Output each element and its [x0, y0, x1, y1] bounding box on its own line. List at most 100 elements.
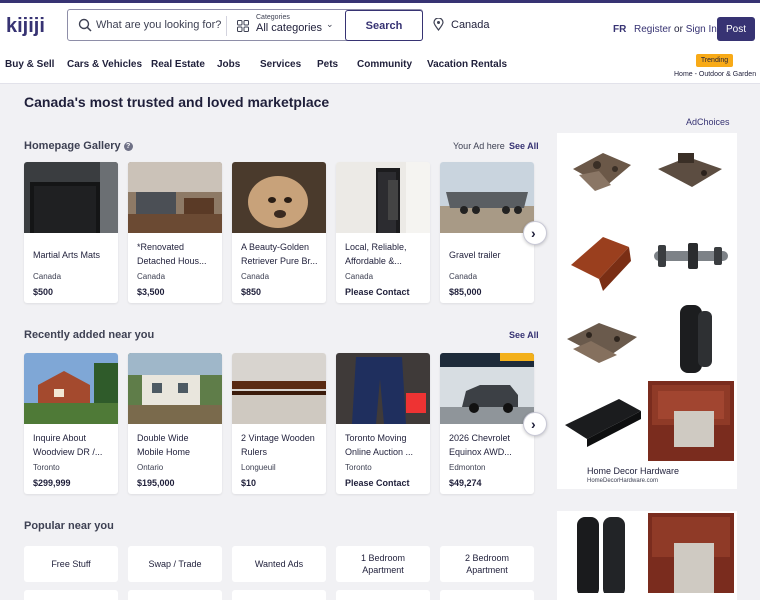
card-title: Local, Reliable, Affordable &...: [345, 242, 407, 266]
sign-in-link[interactable]: Sign In: [686, 24, 717, 35]
card-price: $299,999: [33, 478, 71, 488]
recent-card[interactable]: Toronto Moving Online Auction ... Toront…: [336, 353, 430, 494]
popular-chip[interactable]: 2 Bedroom Apartment: [440, 546, 534, 582]
popular-section-title: Popular near you: [24, 520, 114, 532]
recent-card[interactable]: Inquire About Woodview DR /... Toronto $…: [24, 353, 118, 494]
grid-icon: [237, 20, 249, 32]
handyman-photo: [336, 162, 430, 233]
card-price: $10: [241, 478, 257, 488]
cabinet-image: [648, 381, 734, 461]
card-price: $85,000: [449, 287, 482, 297]
card-title: Toronto Moving Online Auction ...: [345, 433, 414, 457]
location-pin-icon[interactable]: [433, 18, 444, 31]
recent-see-all-link[interactable]: See All: [509, 330, 539, 340]
recent-card[interactable]: 2 Vintage Wooden Rulers Longueuil $10: [232, 353, 326, 494]
popular-chip-row-2[interactable]: [336, 590, 430, 600]
category-label: Categories: [256, 14, 290, 21]
register-link[interactable]: Register: [634, 24, 671, 35]
kijiji-logo[interactable]: kijiji: [6, 14, 52, 38]
popular-chip[interactable]: 1 Bedroom Apartment: [336, 546, 430, 582]
post-ad-button[interactable]: Post: [717, 17, 755, 41]
category-select[interactable]: Categories All categories: [256, 14, 322, 35]
popular-chip-row-2[interactable]: [128, 590, 222, 600]
popular-chip-row-2[interactable]: [440, 590, 534, 600]
advertiser-url[interactable]: HomeDecorHardware.com: [587, 478, 658, 484]
gallery-next-button[interactable]: ›: [523, 221, 547, 245]
search-divider: [226, 16, 227, 36]
chevron-right-icon: ›: [531, 225, 536, 241]
location-text[interactable]: Canada: [451, 19, 490, 31]
card-location: Canada: [345, 272, 374, 281]
chevron-down-icon[interactable]: ⌄: [326, 19, 334, 30]
card-price: $850: [241, 287, 262, 297]
nav-item-services[interactable]: Services: [260, 59, 301, 70]
card-price: $49,274: [449, 478, 482, 488]
drawer-slide-image: [559, 381, 645, 461]
hinge-product-image: [559, 135, 645, 215]
display-ad[interactable]: H Home Decor Hardware HomeDecorHardware.…: [557, 133, 737, 489]
wooden-rulers-photo: [232, 353, 326, 424]
card-price: Please Contact: [345, 478, 410, 488]
page-title: Canada's most trusted and loved marketpl…: [24, 94, 330, 110]
cabinet-image: [648, 513, 734, 593]
nav-item-vacation-rentals[interactable]: Vacation Rentals: [427, 59, 507, 70]
concealed-hinge-image: [559, 513, 645, 593]
card-title: Inquire About Woodview DR /...: [33, 433, 103, 457]
recent-card[interactable]: Double Wide Mobile Home Ontario $195,000: [128, 353, 222, 494]
bracket-product-image: [559, 217, 645, 297]
popular-chip-row-2[interactable]: [24, 590, 118, 600]
nav-item-real-estate[interactable]: Real Estate: [151, 59, 205, 70]
gallery-card[interactable]: Martial Arts Mats Canada $500: [24, 162, 118, 303]
card-title: *Renovated Detached Hous...: [137, 242, 207, 266]
search-input[interactable]: [96, 14, 224, 36]
recent-next-button[interactable]: ›: [523, 412, 547, 436]
card-title: Double Wide Mobile Home: [137, 433, 191, 457]
concealed-hinge-image: [648, 299, 734, 379]
card-price: $500: [33, 287, 54, 297]
card-price: Please Contact: [345, 287, 410, 297]
nav-item-pets[interactable]: Pets: [317, 59, 338, 70]
svg-text:kijiji: kijiji: [6, 15, 45, 37]
gallery-card[interactable]: Gravel trailer Canada $85,000: [440, 162, 534, 303]
popular-chip[interactable]: Free Stuff: [24, 546, 118, 582]
card-location: Canada: [33, 272, 62, 281]
gallery-card[interactable]: A Beauty-Golden Retriever Pure Br... Can…: [232, 162, 326, 303]
popular-chip-row-2[interactable]: [232, 590, 326, 600]
nav-item-cars-vehicles[interactable]: Cars & Vehicles: [67, 59, 142, 70]
popular-chip[interactable]: Wanted Ads: [232, 546, 326, 582]
gravel-trailer-photo: [440, 162, 534, 233]
card-location: Canada: [137, 272, 166, 281]
card-title: 2026 Chevrolet Equinox AWD...: [449, 433, 512, 457]
gallery-see-all-link[interactable]: See All: [509, 141, 539, 151]
gallery-section-title: Homepage Gallery?: [24, 140, 133, 152]
card-title: A Beauty-Golden Retriever Pure Br...: [241, 242, 318, 266]
hinge-product-image: [648, 135, 734, 215]
help-icon[interactable]: ?: [123, 142, 133, 151]
card-location: Longueuil: [241, 463, 276, 472]
card-location: Edmonton: [449, 463, 486, 472]
search-button[interactable]: Search: [345, 10, 423, 41]
advertiser-name[interactable]: Home Decor Hardware: [587, 466, 679, 476]
your-ad-here-link[interactable]: Your Ad here: [453, 141, 505, 151]
golden-retriever-photo: [232, 162, 326, 233]
gallery-card[interactable]: Local, Reliable, Affordable &... Canada …: [336, 162, 430, 303]
display-ad-2[interactable]: [557, 511, 737, 600]
nav-item-community[interactable]: Community: [357, 59, 412, 70]
or-text: or: [674, 24, 683, 35]
trending-link[interactable]: Home - Outdoor & Garden: [674, 71, 756, 78]
popular-chip[interactable]: Swap / Trade: [128, 546, 222, 582]
category-value: All categories: [256, 22, 323, 34]
adchoices-link[interactable]: AdChoices: [686, 117, 730, 127]
card-location: Ontario: [137, 463, 164, 472]
nav-item-buy-sell[interactable]: Buy & Sell: [5, 59, 54, 70]
card-location: Toronto: [345, 463, 372, 472]
house-photo: [24, 353, 118, 424]
site-header: kijiji Categories All categories ⌄ Searc…: [0, 0, 760, 84]
mobile-home-photo: [128, 353, 222, 424]
gallery-card[interactable]: *Renovated Detached Hous... Canada $3,50…: [128, 162, 222, 303]
nav-item-jobs[interactable]: Jobs: [217, 59, 240, 70]
gallery-title-text: Homepage Gallery: [24, 140, 121, 152]
card-title: Martial Arts Mats: [33, 250, 101, 260]
language-toggle[interactable]: FR: [613, 24, 626, 35]
recent-card[interactable]: 2026 Chevrolet Equinox AWD... Edmonton $…: [440, 353, 534, 494]
